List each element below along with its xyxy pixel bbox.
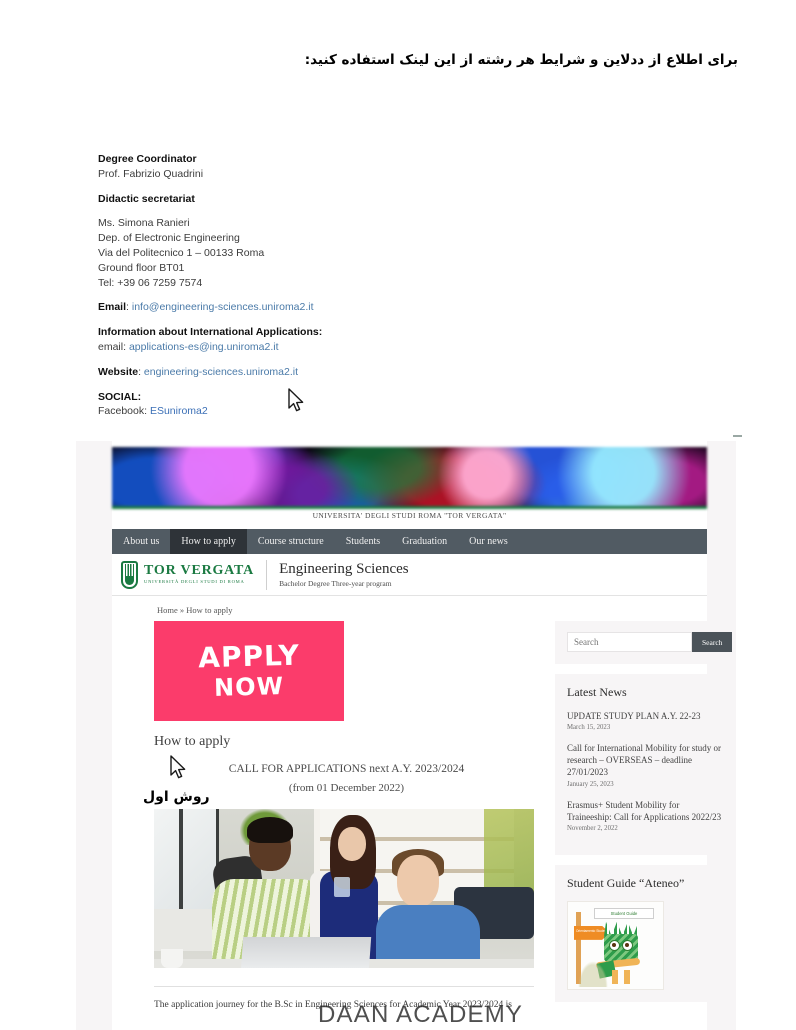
photo-water-glass (334, 877, 350, 897)
photo-cup (161, 949, 183, 968)
photo-student-three-head (397, 855, 439, 907)
secretariat-telephone: Tel: +39 06 7259 7574 (98, 276, 203, 289)
photo-window (154, 809, 219, 915)
news-date: March 15, 2023 (567, 724, 611, 732)
search-button[interactable]: Search (692, 632, 733, 652)
nav-item-course-structure[interactable]: Course structure (247, 529, 335, 554)
header-banner-image (112, 447, 707, 509)
intl-email-prefix: email: (98, 340, 129, 353)
logo-divider (266, 559, 268, 590)
photo-student-two-face (338, 827, 366, 861)
search-input[interactable] (567, 632, 692, 652)
site-logo-bar: TOR VERGATA UNIVERSITÀ DEGLI STUDI DI RO… (112, 554, 707, 596)
photo-student-one-hair (247, 817, 293, 843)
students-photo (154, 809, 534, 968)
news-date: November 2, 2022 (567, 824, 618, 832)
university-caption: UNIVERSITA' DEGLI STUDI ROMA "TOR VERGAT… (312, 511, 507, 520)
breadcrumb[interactable]: Home » How to apply (157, 605, 233, 615)
logo-main-text: TOR VERGATA (144, 563, 255, 579)
secretariat-address: Via del Politecnico 1 – 00133 Roma (98, 246, 265, 259)
list-item[interactable]: Erasmus+ Student Mobility for Traineeshi… (567, 799, 723, 832)
mascot-leg-right (624, 969, 630, 984)
page-body: Home » How to apply APPLY NOW How to app… (112, 596, 735, 1030)
photo-laptop (240, 937, 372, 968)
latest-news-widget: Latest News UPDATE STUDY PLAN A.Y. 22-23… (555, 674, 735, 855)
email-label: Email (98, 301, 127, 314)
apply-now-banner[interactable]: APPLY NOW (154, 621, 344, 721)
news-title[interactable]: Erasmus+ Student Mobility for Traineeshi… (567, 799, 723, 823)
website-label: Website (98, 365, 139, 378)
method-one-annotation: روش اول (143, 789, 210, 805)
mascot-eye-right (622, 939, 633, 951)
intl-email-link[interactable]: applications-es@ing.uniroma2.it (129, 341, 279, 353)
degree-coordinator-label: Degree Coordinator (98, 153, 197, 165)
site-title: Engineering Sciences (279, 560, 409, 577)
nav-item-about-us[interactable]: About us (112, 529, 170, 554)
shield-icon (121, 560, 138, 589)
nav-item-our-news[interactable]: Our news (458, 529, 519, 554)
mascot-leg-left (612, 969, 618, 984)
student-guide-image[interactable]: Student Guide Orientamento Studenti (567, 900, 664, 990)
call-for-applications-line: CALL FOR APPLICATIONS next A.Y. 2023/202… (228, 763, 465, 775)
nav-item-graduation[interactable]: Graduation (391, 529, 458, 554)
apply-banner-line1: APPLY (197, 638, 301, 675)
top-persian-note: برای اطلاع از ددلاین و شرایط هر رشته از … (304, 52, 738, 68)
tor-vergata-logo[interactable]: TOR VERGATA UNIVERSITÀ DEGLI STUDI DI RO… (112, 560, 255, 589)
secretariat-floor: Ground floor BT01 (98, 261, 185, 274)
guide-grass (578, 960, 608, 987)
main-navigation[interactable]: About us How to apply Course structure S… (112, 529, 707, 554)
main-column: APPLY NOW How to apply CALL FOR APPLICAT… (154, 621, 539, 1013)
social-label: SOCIAL: (98, 390, 142, 403)
latest-news-title: Latest News (567, 685, 627, 699)
list-item[interactable]: UPDATE STUDY PLAN A.Y. 22-23 March 15, 2… (567, 710, 723, 731)
news-title[interactable]: UPDATE STUDY PLAN A.Y. 22-23 (567, 710, 723, 722)
dash-artifact (733, 435, 742, 437)
photo-window-bar (179, 809, 183, 913)
international-applications-label: Information about International Applicat… (98, 326, 323, 339)
didactic-secretariat-label: Didactic secretariat (98, 192, 195, 205)
apply-banner-line2: NOW (213, 672, 285, 702)
content-divider (154, 986, 534, 987)
secretariat-department: Dep. of Electronic Engineering (98, 232, 240, 245)
list-item[interactable]: Call for International Mobility for stud… (567, 742, 723, 787)
degree-coordinator-name: Prof. Fabrizio Quadrini (98, 167, 204, 180)
call-start-date-line: (from 01 December 2022) (288, 782, 405, 794)
logo-sub-text: UNIVERSITÀ DEGLI STUDI DI ROMA (144, 579, 245, 585)
facebook-prefix: Facebook: (98, 405, 150, 418)
search-widget: Search (555, 621, 735, 664)
daan-academy-watermark: DAAN ACADEMY (318, 1001, 524, 1028)
site-subtitle: Bachelor Degree Three-year program (279, 579, 392, 589)
sidebar: Search Latest News UPDATE STUDY PLAN A.Y… (555, 621, 735, 1012)
page-title: How to apply (154, 734, 231, 749)
news-title[interactable]: Call for International Mobility for stud… (567, 742, 723, 778)
email-link[interactable]: info@engineering-sciences.uniroma2.it (132, 301, 314, 313)
facebook-link[interactable]: ESuniroma2 (150, 405, 208, 417)
embedded-website-screenshot: UNIVERSITA' DEGLI STUDI ROMA "TOR VERGAT… (76, 441, 736, 1030)
mascot-eye-left (609, 939, 620, 951)
nav-item-students[interactable]: Students (335, 529, 391, 554)
student-guide-widget: Student Guide “Ateneo” Student Guide Ori… (555, 864, 735, 1002)
guide-label-text: Student Guide (594, 907, 654, 919)
secretariat-name: Ms. Simona Ranieri (98, 217, 190, 230)
contact-info-block: Degree Coordinator Prof. Fabrizio Quadri… (98, 152, 428, 429)
website-link[interactable]: engineering-sciences.uniroma2.it (144, 366, 298, 378)
news-date: January 25, 2023 (567, 780, 614, 788)
nav-item-how-to-apply[interactable]: How to apply (170, 529, 247, 554)
student-guide-title: Student Guide “Ateneo” (567, 875, 685, 890)
